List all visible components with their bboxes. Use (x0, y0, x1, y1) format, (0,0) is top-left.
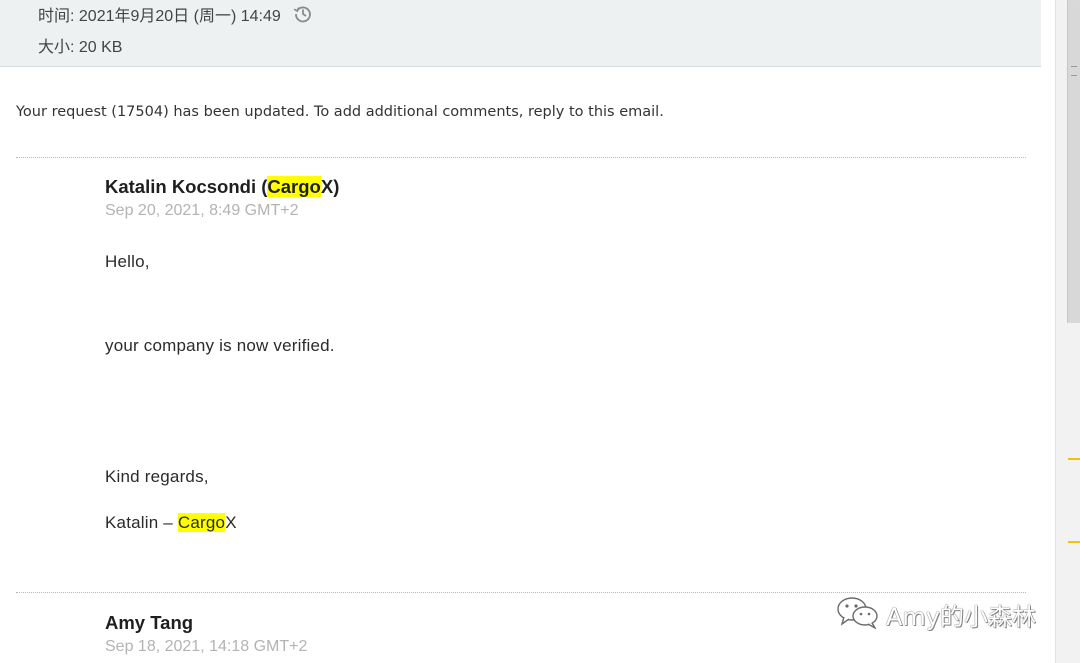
email-viewer: 时间: 2021年9月20日 (周一) 14:49 大小: 20 KB Your… (0, 0, 1080, 663)
pane-gap (1041, 0, 1055, 663)
comment-divider (16, 592, 1026, 593)
comment-author: Amy Tang (105, 612, 194, 633)
comment-timestamp: Sep 18, 2021, 14:18 GMT+2 (105, 638, 308, 655)
comment-divider (16, 157, 1026, 158)
comment-header: Katalin Kocsondi (CargoX) Sep 20, 2021, … (105, 176, 339, 220)
wechat-icon (836, 595, 880, 633)
mail-time-row: 时间: 2021年9月20日 (周一) 14:49 (38, 3, 313, 25)
mail-size-label: 大小: 20 KB (38, 39, 123, 56)
author-name: Katalin Kocsondi ( (105, 176, 268, 197)
scrollbar-grip-icon (1071, 66, 1077, 76)
comment-greeting: Hello, (105, 252, 150, 271)
signature-name: Katalin – (105, 513, 178, 532)
search-highlight: Cargo (177, 513, 226, 532)
comment-body: your company is now verified. (105, 336, 335, 355)
history-clock-icon[interactable] (293, 4, 313, 24)
author-name-tail: X) (320, 176, 340, 197)
watermark-text: Amy的小森林 (886, 602, 1036, 631)
comment-closing: Kind regards, (105, 467, 209, 486)
signature-tail: X (225, 513, 237, 532)
watermark: Amy的小森林 (836, 596, 1036, 632)
update-notice: Your request (17504) has been updated. T… (16, 104, 664, 120)
comment-header: Amy Tang Sep 18, 2021, 14:18 GMT+2 (105, 612, 307, 656)
scrollbar-search-marker (1068, 458, 1080, 460)
scrollbar-search-marker (1068, 541, 1080, 543)
scrollbar-thumb[interactable] (1067, 0, 1080, 323)
comment-author: Katalin Kocsondi (CargoX) (105, 176, 339, 198)
mail-size-row: 大小: 20 KB (38, 34, 122, 56)
mail-meta-header: 时间: 2021年9月20日 (周一) 14:49 大小: 20 KB (0, 0, 1041, 67)
search-highlight: Cargo (267, 176, 321, 197)
comment-timestamp: Sep 20, 2021, 8:49 GMT+2 (105, 202, 299, 219)
comment-signature: Katalin – CargoX (105, 513, 237, 533)
mail-time-label: 时间: 2021年9月20日 (周一) 14:49 (38, 8, 281, 25)
